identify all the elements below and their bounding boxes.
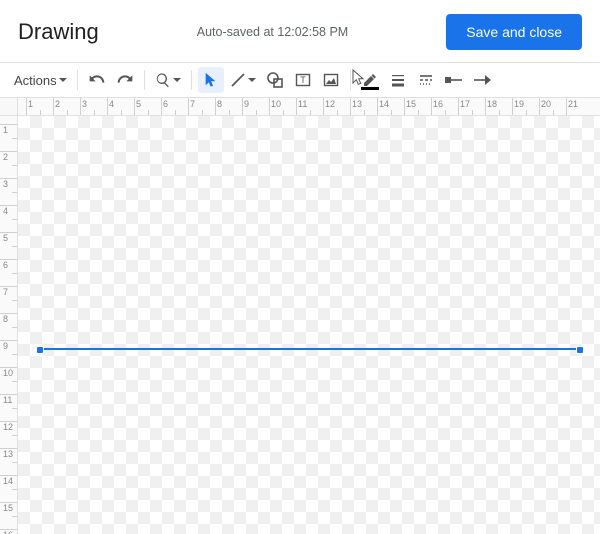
- dialog-header: Drawing Auto-saved at 12:02:58 PM Save a…: [0, 0, 600, 62]
- zoom-icon: [155, 72, 171, 88]
- line-end-icon: [473, 72, 491, 88]
- textbox-tool-button[interactable]: T: [290, 67, 316, 93]
- redo-button[interactable]: [112, 67, 138, 93]
- save-and-close-button[interactable]: Save and close: [446, 14, 582, 50]
- line-shape[interactable]: [40, 348, 580, 350]
- color-swatch: [361, 87, 379, 90]
- toolbar-separator: [350, 70, 351, 90]
- image-icon: [323, 72, 339, 88]
- image-tool-button[interactable]: [318, 67, 344, 93]
- vertical-ruler: 12345678910111213141516: [0, 116, 18, 534]
- line-icon: [230, 72, 246, 88]
- drawing-canvas[interactable]: [18, 116, 600, 534]
- svg-text:T: T: [300, 75, 306, 85]
- undo-icon: [89, 72, 105, 88]
- workspace: 123456789101112131415161718192021 123456…: [0, 98, 600, 534]
- horizontal-ruler: 123456789101112131415161718192021: [18, 98, 600, 116]
- line-dash-button[interactable]: [413, 67, 439, 93]
- zoom-button[interactable]: [151, 67, 185, 93]
- ruler-corner: [0, 98, 18, 116]
- toolbar-separator: [144, 70, 145, 90]
- line-weight-button[interactable]: [385, 67, 411, 93]
- shape-icon: [267, 72, 283, 88]
- autosave-status: Auto-saved at 12:02:58 PM: [99, 25, 447, 39]
- shape-tool-button[interactable]: [262, 67, 288, 93]
- textbox-icon: T: [295, 72, 311, 88]
- undo-button[interactable]: [84, 67, 110, 93]
- line-tool-button[interactable]: [226, 67, 260, 93]
- line-start-button[interactable]: [441, 67, 467, 93]
- line-color-button[interactable]: [357, 67, 383, 93]
- toolbar-separator: [191, 70, 192, 90]
- select-cursor-icon: [204, 72, 218, 88]
- dialog-title: Drawing: [18, 19, 99, 45]
- pencil-icon: [362, 72, 378, 88]
- actions-label: Actions: [14, 73, 57, 88]
- line-end-button[interactable]: [469, 67, 495, 93]
- line-end-handle[interactable]: [576, 346, 584, 354]
- drawing-dialog: Drawing Auto-saved at 12:02:58 PM Save a…: [0, 0, 600, 534]
- caret-down-icon: [248, 78, 256, 83]
- line-dash-icon: [418, 72, 434, 88]
- line-start-handle[interactable]: [36, 346, 44, 354]
- toolbar: Actions T: [0, 62, 600, 98]
- line-start-icon: [445, 72, 463, 88]
- redo-icon: [117, 72, 133, 88]
- caret-down-icon: [173, 78, 181, 83]
- line-weight-icon: [390, 72, 406, 88]
- actions-menu-button[interactable]: Actions: [10, 67, 71, 93]
- caret-down-icon: [59, 78, 67, 83]
- select-tool-button[interactable]: [198, 67, 224, 93]
- toolbar-separator: [77, 70, 78, 90]
